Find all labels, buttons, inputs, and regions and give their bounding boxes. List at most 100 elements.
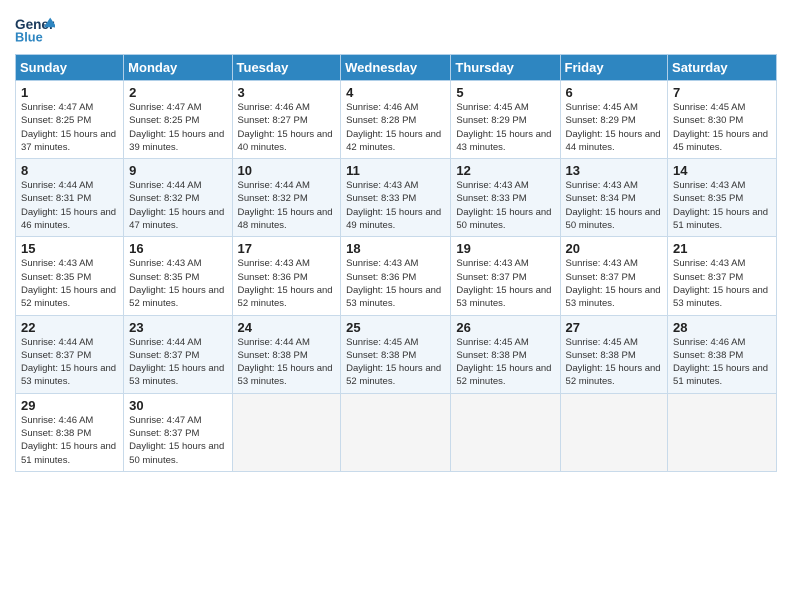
day-number: 11 <box>346 163 446 178</box>
day-number: 14 <box>673 163 772 178</box>
calendar-col-friday: Friday <box>560 55 668 81</box>
calendar-week-1: 1 Sunrise: 4:47 AMSunset: 8:25 PMDayligh… <box>16 81 777 159</box>
calendar-cell: 7 Sunrise: 4:45 AMSunset: 8:30 PMDayligh… <box>668 81 777 159</box>
calendar-cell: 15 Sunrise: 4:43 AMSunset: 8:35 PMDaylig… <box>16 237 124 315</box>
day-number: 7 <box>673 85 772 100</box>
day-info: Sunrise: 4:47 AMSunset: 8:25 PMDaylight:… <box>21 102 116 153</box>
day-info: Sunrise: 4:45 AMSunset: 8:38 PMDaylight:… <box>346 337 441 388</box>
calendar-cell <box>232 393 341 471</box>
calendar-week-5: 29 Sunrise: 4:46 AMSunset: 8:38 PMDaylig… <box>16 393 777 471</box>
day-number: 28 <box>673 320 772 335</box>
day-info: Sunrise: 4:43 AMSunset: 8:35 PMDaylight:… <box>129 258 224 309</box>
day-number: 9 <box>129 163 227 178</box>
calendar-cell: 5 Sunrise: 4:45 AMSunset: 8:29 PMDayligh… <box>451 81 560 159</box>
calendar-cell: 21 Sunrise: 4:43 AMSunset: 8:37 PMDaylig… <box>668 237 777 315</box>
day-number: 6 <box>566 85 664 100</box>
day-info: Sunrise: 4:43 AMSunset: 8:35 PMDaylight:… <box>21 258 116 309</box>
calendar-col-sunday: Sunday <box>16 55 124 81</box>
calendar-cell: 19 Sunrise: 4:43 AMSunset: 8:37 PMDaylig… <box>451 237 560 315</box>
day-number: 23 <box>129 320 227 335</box>
calendar-cell: 20 Sunrise: 4:43 AMSunset: 8:37 PMDaylig… <box>560 237 668 315</box>
day-number: 24 <box>238 320 337 335</box>
day-info: Sunrise: 4:47 AMSunset: 8:37 PMDaylight:… <box>129 415 224 466</box>
day-number: 16 <box>129 241 227 256</box>
day-number: 26 <box>456 320 555 335</box>
calendar-col-thursday: Thursday <box>451 55 560 81</box>
calendar-cell <box>451 393 560 471</box>
day-info: Sunrise: 4:44 AMSunset: 8:32 PMDaylight:… <box>238 180 333 231</box>
day-number: 10 <box>238 163 337 178</box>
calendar-week-4: 22 Sunrise: 4:44 AMSunset: 8:37 PMDaylig… <box>16 315 777 393</box>
calendar-cell: 26 Sunrise: 4:45 AMSunset: 8:38 PMDaylig… <box>451 315 560 393</box>
calendar-cell <box>668 393 777 471</box>
day-info: Sunrise: 4:46 AMSunset: 8:38 PMDaylight:… <box>21 415 116 466</box>
calendar-cell: 6 Sunrise: 4:45 AMSunset: 8:29 PMDayligh… <box>560 81 668 159</box>
calendar-cell: 1 Sunrise: 4:47 AMSunset: 8:25 PMDayligh… <box>16 81 124 159</box>
day-info: Sunrise: 4:44 AMSunset: 8:37 PMDaylight:… <box>129 337 224 388</box>
day-info: Sunrise: 4:43 AMSunset: 8:37 PMDaylight:… <box>566 258 661 309</box>
day-number: 18 <box>346 241 446 256</box>
day-info: Sunrise: 4:43 AMSunset: 8:37 PMDaylight:… <box>456 258 551 309</box>
calendar-cell: 29 Sunrise: 4:46 AMSunset: 8:38 PMDaylig… <box>16 393 124 471</box>
day-number: 2 <box>129 85 227 100</box>
calendar-cell: 28 Sunrise: 4:46 AMSunset: 8:38 PMDaylig… <box>668 315 777 393</box>
day-info: Sunrise: 4:46 AMSunset: 8:38 PMDaylight:… <box>673 337 768 388</box>
day-info: Sunrise: 4:46 AMSunset: 8:27 PMDaylight:… <box>238 102 333 153</box>
calendar-cell: 14 Sunrise: 4:43 AMSunset: 8:35 PMDaylig… <box>668 159 777 237</box>
day-info: Sunrise: 4:43 AMSunset: 8:33 PMDaylight:… <box>346 180 441 231</box>
day-info: Sunrise: 4:44 AMSunset: 8:32 PMDaylight:… <box>129 180 224 231</box>
header: General Blue <box>15 10 777 50</box>
day-number: 20 <box>566 241 664 256</box>
day-number: 15 <box>21 241 119 256</box>
day-number: 1 <box>21 85 119 100</box>
calendar-cell <box>341 393 451 471</box>
calendar-table: SundayMondayTuesdayWednesdayThursdayFrid… <box>15 54 777 472</box>
calendar-col-wednesday: Wednesday <box>341 55 451 81</box>
day-info: Sunrise: 4:43 AMSunset: 8:36 PMDaylight:… <box>346 258 441 309</box>
calendar-cell: 30 Sunrise: 4:47 AMSunset: 8:37 PMDaylig… <box>124 393 232 471</box>
calendar-cell: 2 Sunrise: 4:47 AMSunset: 8:25 PMDayligh… <box>124 81 232 159</box>
day-number: 22 <box>21 320 119 335</box>
day-info: Sunrise: 4:44 AMSunset: 8:37 PMDaylight:… <box>21 337 116 388</box>
calendar-cell: 27 Sunrise: 4:45 AMSunset: 8:38 PMDaylig… <box>560 315 668 393</box>
day-number: 8 <box>21 163 119 178</box>
logo-svg: General Blue <box>15 14 55 50</box>
calendar-cell: 12 Sunrise: 4:43 AMSunset: 8:33 PMDaylig… <box>451 159 560 237</box>
calendar-col-saturday: Saturday <box>668 55 777 81</box>
calendar-cell: 11 Sunrise: 4:43 AMSunset: 8:33 PMDaylig… <box>341 159 451 237</box>
day-number: 17 <box>238 241 337 256</box>
svg-text:Blue: Blue <box>15 30 43 45</box>
calendar-cell: 18 Sunrise: 4:43 AMSunset: 8:36 PMDaylig… <box>341 237 451 315</box>
day-info: Sunrise: 4:44 AMSunset: 8:31 PMDaylight:… <box>21 180 116 231</box>
page: General Blue SundayMondayTuesdayWednesda… <box>0 0 792 612</box>
day-info: Sunrise: 4:45 AMSunset: 8:29 PMDaylight:… <box>566 102 661 153</box>
logo: General Blue <box>15 10 55 50</box>
calendar-cell: 17 Sunrise: 4:43 AMSunset: 8:36 PMDaylig… <box>232 237 341 315</box>
calendar-cell: 8 Sunrise: 4:44 AMSunset: 8:31 PMDayligh… <box>16 159 124 237</box>
day-info: Sunrise: 4:46 AMSunset: 8:28 PMDaylight:… <box>346 102 441 153</box>
calendar-cell: 24 Sunrise: 4:44 AMSunset: 8:38 PMDaylig… <box>232 315 341 393</box>
calendar-cell <box>560 393 668 471</box>
calendar-cell: 22 Sunrise: 4:44 AMSunset: 8:37 PMDaylig… <box>16 315 124 393</box>
day-info: Sunrise: 4:43 AMSunset: 8:36 PMDaylight:… <box>238 258 333 309</box>
day-number: 27 <box>566 320 664 335</box>
day-number: 19 <box>456 241 555 256</box>
calendar-week-2: 8 Sunrise: 4:44 AMSunset: 8:31 PMDayligh… <box>16 159 777 237</box>
day-number: 4 <box>346 85 446 100</box>
day-info: Sunrise: 4:43 AMSunset: 8:37 PMDaylight:… <box>673 258 768 309</box>
day-info: Sunrise: 4:45 AMSunset: 8:38 PMDaylight:… <box>566 337 661 388</box>
calendar-cell: 9 Sunrise: 4:44 AMSunset: 8:32 PMDayligh… <box>124 159 232 237</box>
day-info: Sunrise: 4:43 AMSunset: 8:35 PMDaylight:… <box>673 180 768 231</box>
day-number: 29 <box>21 398 119 413</box>
calendar-cell: 4 Sunrise: 4:46 AMSunset: 8:28 PMDayligh… <box>341 81 451 159</box>
calendar-week-3: 15 Sunrise: 4:43 AMSunset: 8:35 PMDaylig… <box>16 237 777 315</box>
calendar-col-monday: Monday <box>124 55 232 81</box>
day-info: Sunrise: 4:45 AMSunset: 8:38 PMDaylight:… <box>456 337 551 388</box>
calendar-cell: 16 Sunrise: 4:43 AMSunset: 8:35 PMDaylig… <box>124 237 232 315</box>
calendar-cell: 10 Sunrise: 4:44 AMSunset: 8:32 PMDaylig… <box>232 159 341 237</box>
calendar-col-tuesday: Tuesday <box>232 55 341 81</box>
day-number: 5 <box>456 85 555 100</box>
day-number: 13 <box>566 163 664 178</box>
day-info: Sunrise: 4:47 AMSunset: 8:25 PMDaylight:… <box>129 102 224 153</box>
day-number: 3 <box>238 85 337 100</box>
